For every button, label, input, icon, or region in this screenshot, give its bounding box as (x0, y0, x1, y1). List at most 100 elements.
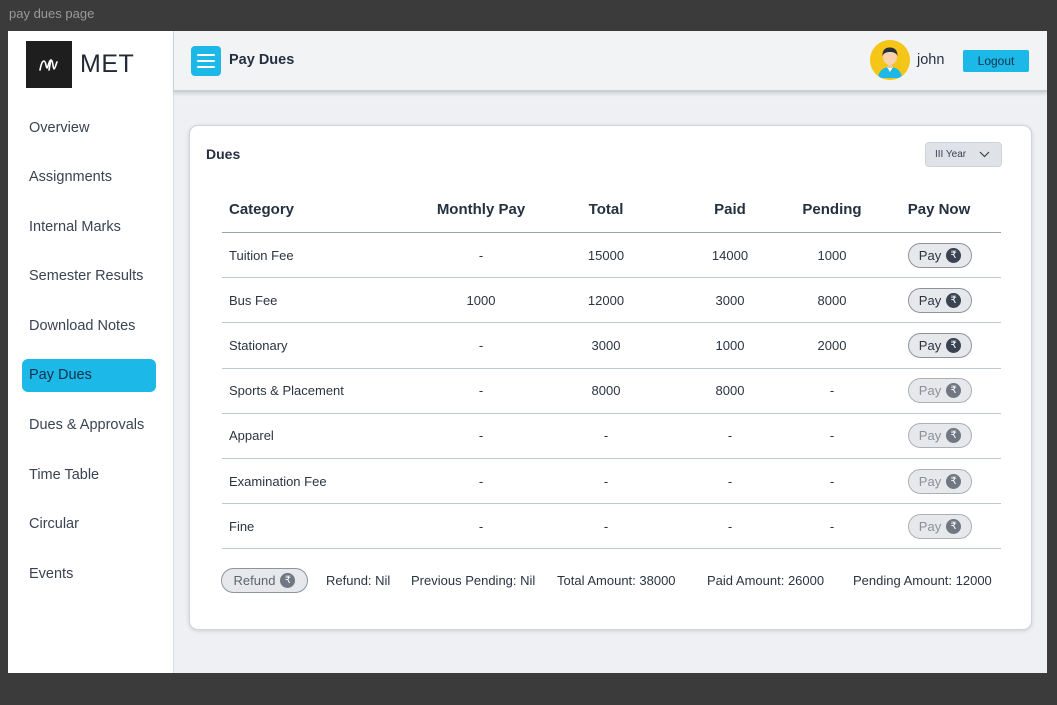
cell-monthly-pay: - (478, 473, 484, 489)
column-header-monthly-pay: Monthly Pay (436, 200, 526, 218)
pay-button[interactable]: Pay ₹ (908, 423, 972, 449)
cell-paid: 8000 (715, 383, 745, 399)
rupee-icon: ₹ (946, 337, 962, 353)
cell-pending: - (829, 383, 835, 399)
cell-total: 8000 (591, 383, 621, 399)
dues-card: Dues III Year Category Monthly Pay Total… (189, 125, 1032, 630)
table-row: Apparel - - - - Pay ₹ (222, 414, 1001, 459)
pay-button[interactable]: Pay ₹ (908, 242, 972, 268)
table-row: Fine - - - - Pay ₹ (222, 504, 1001, 550)
pay-button[interactable]: Pay ₹ (908, 513, 972, 539)
pay-button-label: Pay (918, 473, 942, 489)
cell-total: 3000 (591, 337, 621, 353)
cell-category: Bus Fee (229, 292, 278, 308)
top-bar: Pay Dues john Logout (174, 31, 1047, 92)
cell-category: Fine (229, 518, 255, 534)
cell-paid: 14000 (711, 247, 749, 263)
cell-category: Tuition Fee (229, 247, 294, 263)
refund-button-label: Refund (233, 573, 276, 588)
cell-pending: - (829, 428, 835, 444)
cell-paid: - (727, 518, 733, 534)
hamburger-icon[interactable] (191, 46, 221, 76)
dues-table: Category Monthly Pay Total Paid Pending … (222, 186, 1001, 550)
column-header-pay-now: Pay Now (907, 200, 971, 218)
refund-status: Refund: Nil (326, 573, 391, 588)
sidebar-nav: Overview Assignments Internal Marks Seme… (22, 111, 156, 607)
cell-total: 15000 (587, 247, 625, 263)
app-window: MET Overview Assignments Internal Marks … (8, 31, 1047, 673)
rupee-icon: ₹ (946, 383, 962, 399)
sidebar-item-semester-results[interactable]: Semester Results (22, 260, 156, 293)
logo[interactable]: MET (26, 41, 134, 88)
refund-button[interactable]: Refund ₹ (221, 568, 308, 593)
pay-button-label: Pay (918, 337, 942, 353)
page-title: Pay Dues (229, 52, 295, 68)
sidebar-item-pay-dues[interactable]: Pay Dues (22, 358, 156, 392)
dues-title: Dues (206, 146, 241, 162)
pay-button[interactable]: Pay ₹ (908, 287, 972, 313)
rupee-icon: ₹ (280, 573, 296, 588)
table-header: Category Monthly Pay Total Paid Pending … (222, 186, 1001, 233)
table-row: Sports & Placement - 8000 8000 - Pay ₹ (222, 369, 1001, 414)
cell-pending: 2000 (817, 337, 847, 353)
sidebar-item-overview[interactable]: Overview (22, 111, 156, 144)
pay-button-label: Pay (918, 292, 942, 308)
cell-paid: - (727, 428, 733, 444)
rupee-icon: ₹ (946, 473, 962, 489)
cell-total: 12000 (587, 292, 625, 308)
dues-summary: Refund ₹ Refund: Nil Previous Pending: N… (221, 568, 1011, 593)
rupee-icon: ₹ (946, 518, 962, 534)
cell-paid: - (727, 473, 733, 489)
logout-button[interactable]: Logout (963, 50, 1029, 72)
sidebar-item-download-notes[interactable]: Download Notes (22, 309, 156, 342)
total-amount: Total Amount: 38000 (557, 573, 676, 588)
cell-monthly-pay: 1000 (466, 292, 496, 308)
rupee-icon: ₹ (946, 247, 962, 263)
logo-text: MET (80, 50, 135, 78)
cell-total: - (603, 473, 609, 489)
cell-monthly-pay: - (478, 518, 484, 534)
sidebar-item-assignments[interactable]: Assignments (22, 161, 156, 194)
year-select[interactable]: III Year (925, 142, 1002, 167)
cell-paid: 1000 (715, 337, 745, 353)
cell-total: - (603, 428, 609, 444)
table-body: Tuition Fee -15000 14000 1000 Pay ₹ Bus Fee 100… (222, 233, 1001, 550)
sidebar-item-dues-approvals[interactable]: Dues & Approvals (22, 409, 156, 442)
sidebar-item-circular[interactable]: Circular (22, 508, 156, 541)
cell-category: Apparel (229, 428, 274, 444)
rupee-icon: ₹ (946, 292, 962, 308)
table-row: Bus Fee 1000 12000 3000 8000 Pay ₹ (222, 278, 1001, 324)
pay-button[interactable]: Pay ₹ (908, 468, 972, 494)
column-header-total: Total (588, 200, 624, 218)
logo-m-icon (39, 58, 58, 71)
cell-pending: 8000 (817, 292, 847, 308)
sidebar-item-time-table[interactable]: Time Table (22, 458, 156, 491)
avatar-icon (870, 40, 910, 80)
pending-amount: Pending Amount: 12000 (853, 573, 992, 588)
cell-monthly-pay: - (478, 428, 484, 444)
table-row: Examination Fee - - - - Pay ₹ (222, 459, 1001, 505)
cell-pending: - (829, 473, 835, 489)
pay-button[interactable]: Pay ₹ (908, 378, 972, 404)
cell-pending: - (829, 518, 835, 534)
previous-pending: Previous Pending: Nil (411, 573, 536, 588)
frame-label: pay dues page (9, 6, 95, 21)
cell-category: Stationary (229, 337, 288, 353)
pay-button-label: Pay (918, 383, 942, 399)
pay-button[interactable]: Pay ₹ (908, 332, 972, 358)
pay-button-label: Pay (918, 518, 942, 534)
column-header-paid: Paid (714, 200, 746, 218)
cell-paid: 3000 (715, 292, 745, 308)
column-header-pending: Pending (802, 200, 862, 218)
table-row: Tuition Fee - 15000 14000 1000 Pay ₹ (222, 233, 1001, 279)
table-row: Stationary - 3000 1000 2000 Pay ₹ (222, 323, 1001, 369)
pay-button-label: Pay (918, 247, 942, 263)
sidebar-item-internal-marks[interactable]: Internal Marks (22, 210, 156, 243)
avatar[interactable] (870, 40, 910, 80)
sidebar-item-events[interactable]: Events (22, 557, 156, 590)
cell-total: - (603, 518, 609, 534)
pay-button-label: Pay (918, 428, 942, 444)
cell-category: Examination Fee (229, 473, 327, 489)
paid-amount: Paid Amount: 26000 (707, 573, 825, 588)
cell-monthly-pay: - (478, 383, 484, 399)
